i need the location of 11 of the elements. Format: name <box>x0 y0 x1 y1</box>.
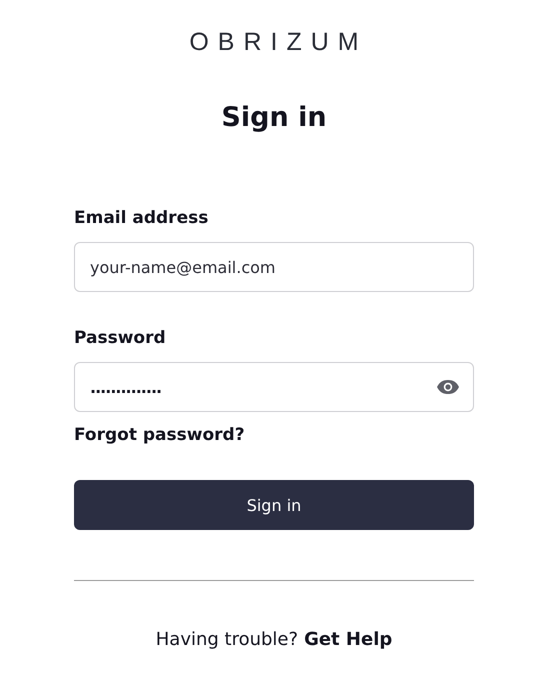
page-title: Sign in <box>221 101 327 135</box>
forgot-password-link[interactable]: Forgot password? <box>74 424 245 446</box>
password-field[interactable]: .............. <box>74 362 474 412</box>
help-text: Having trouble? <box>156 629 298 650</box>
logo: OBRIZUM <box>189 28 368 56</box>
email-field[interactable]: your-name@email.com <box>74 242 474 292</box>
sign-in-button[interactable]: Sign in <box>74 480 474 530</box>
field-label: Email address <box>74 207 210 229</box>
field-label: Password <box>74 327 167 349</box>
get-help-link[interactable]: Get Help <box>304 629 392 650</box>
show-password-icon[interactable] <box>436 379 460 395</box>
